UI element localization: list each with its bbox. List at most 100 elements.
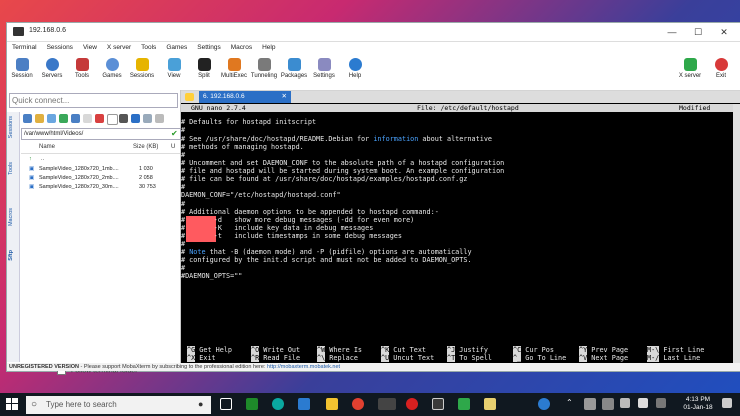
terminal[interactable]: 6. 192.168.0.6 ✕ GNU nano 2.7.4 File: /et… xyxy=(181,91,740,371)
notepad-icon[interactable] xyxy=(484,398,496,410)
arduino-icon[interactable] xyxy=(272,398,284,410)
clock[interactable]: 4:13 PM 01-Jan-18 xyxy=(678,396,718,412)
wifi-icon[interactable] xyxy=(620,398,630,408)
view-button[interactable]: View xyxy=(157,56,191,79)
tunneling-button[interactable]: Tunneling xyxy=(247,56,281,79)
windows-start-icon[interactable] xyxy=(6,398,18,410)
file-row[interactable]: ▣ SampleVideo_1280x720_30m.... 30 753 xyxy=(21,184,180,193)
tools-button[interactable]: Tools xyxy=(65,56,99,79)
menu-help[interactable]: Help xyxy=(257,42,280,53)
menu-tools[interactable]: Tools xyxy=(136,42,161,53)
exit-button[interactable]: Exit xyxy=(704,56,738,79)
shortcut-exit: ^X Exit xyxy=(187,354,216,362)
terminal-scrollbar[interactable] xyxy=(733,104,740,371)
shortcut-cut-text: ^K Cut Text xyxy=(381,346,427,354)
packages-button[interactable]: Packages xyxy=(277,56,311,79)
code-line: # Additional daemon options to be append… xyxy=(181,208,439,216)
menu-x-server[interactable]: X server xyxy=(102,42,136,53)
notification-icon[interactable] xyxy=(722,398,732,408)
file-size: 30 753 xyxy=(139,184,156,190)
clock-time: 4:13 PM xyxy=(685,396,711,403)
unregistered-label: UNREGISTERED VERSION xyxy=(9,364,79,370)
menu-settings[interactable]: Settings xyxy=(192,42,226,53)
folder-icon[interactable] xyxy=(35,114,44,123)
games-icon xyxy=(105,58,119,71)
rename-icon[interactable] xyxy=(107,114,118,125)
home-icon[interactable] xyxy=(71,114,80,123)
new-file-icon[interactable] xyxy=(83,114,92,123)
opera-icon[interactable] xyxy=(406,398,418,410)
quick-connect[interactable] xyxy=(9,93,178,108)
delete-icon[interactable] xyxy=(95,114,104,123)
file-explorer-icon[interactable] xyxy=(326,398,338,410)
tab-session[interactable]: 6. 192.168.0.6 ✕ xyxy=(199,91,291,103)
file-name: SampleVideo_1280x720_2mb.... xyxy=(39,175,119,181)
home-tab-icon[interactable] xyxy=(185,93,194,101)
microphone-icon[interactable]: ● xyxy=(198,399,203,409)
vertical-tabs: Sessions Tools Macros Sftp xyxy=(7,112,20,362)
code-line: # file can be found at /usr/share/doc/ho… xyxy=(181,175,468,183)
tab-macros[interactable]: Macros xyxy=(8,208,18,226)
column-size[interactable]: Size (KB) xyxy=(133,144,158,150)
up-folder-icon[interactable] xyxy=(23,114,32,123)
app-icon-99[interactable] xyxy=(378,398,396,410)
grid-view-icon[interactable] xyxy=(131,114,140,123)
menu-terminal[interactable]: Terminal xyxy=(7,42,42,53)
nano-header: GNU nano 2.7.4 File: /etc/default/hostap… xyxy=(181,104,733,112)
download-icon[interactable] xyxy=(47,114,56,123)
path-field[interactable]: /var/www/html/Videos/ xyxy=(21,128,181,140)
edge-icon[interactable] xyxy=(298,398,310,410)
chrome-icon[interactable] xyxy=(352,398,364,410)
volume-icon[interactable] xyxy=(638,398,648,408)
menu-view[interactable]: View xyxy=(78,42,102,53)
split-button[interactable]: Split xyxy=(187,56,221,79)
tree-app-icon[interactable] xyxy=(458,398,470,410)
keyboard-icon[interactable] xyxy=(656,398,666,408)
tab-sessions[interactable]: Sessions xyxy=(8,116,18,138)
shortcut-justify: ^J Justify xyxy=(447,346,488,354)
chevron-up-icon[interactable]: ⌃ xyxy=(566,398,573,407)
shortcut-last-line: M-/ Last Line xyxy=(647,354,701,362)
file-row[interactable]: ↑ .. xyxy=(21,156,180,165)
sessions-button[interactable]: Sessions xyxy=(125,56,159,79)
gear-icon xyxy=(317,58,331,71)
help-tray-icon[interactable] xyxy=(538,398,550,410)
file-row[interactable]: ▣ SampleVideo_1280x720_2mb.... 2 058 xyxy=(21,175,180,184)
store-icon[interactable] xyxy=(246,398,258,410)
x-server-button[interactable]: X server xyxy=(673,56,707,79)
task-view-icon[interactable] xyxy=(220,398,232,410)
check-icon[interactable]: ✔ xyxy=(171,129,178,138)
network-tray-icon[interactable] xyxy=(584,398,596,410)
quick-connect-input[interactable] xyxy=(10,94,164,107)
tab-close-icon[interactable]: ✕ xyxy=(282,91,287,103)
search-icon[interactable] xyxy=(143,114,152,123)
code-line: # -t include timestamps in some debug me… xyxy=(181,232,402,240)
power-icon xyxy=(714,58,728,71)
settings-icon[interactable] xyxy=(155,114,164,123)
minimize-button[interactable]: — xyxy=(661,25,683,39)
games-button[interactable]: Games xyxy=(95,56,129,79)
mobaxterm-icon[interactable] xyxy=(432,398,444,410)
session-button[interactable]: Session xyxy=(5,56,39,79)
help-button[interactable]: Help xyxy=(338,56,372,79)
refresh-icon[interactable] xyxy=(59,114,68,123)
text-icon[interactable] xyxy=(119,114,128,123)
settings-button[interactable]: Settings xyxy=(307,56,341,79)
file-row[interactable]: ▣ SampleVideo_1280x720_1mb.... 1 030 xyxy=(21,166,180,175)
column-more[interactable]: U xyxy=(171,144,175,150)
column-name[interactable]: Name xyxy=(39,144,55,150)
taskbar-search[interactable]: ○ Type here to search ● xyxy=(26,396,211,414)
battery-icon[interactable] xyxy=(602,398,614,410)
maximize-button[interactable]: ☐ xyxy=(687,25,709,39)
menu-macros[interactable]: Macros xyxy=(226,42,257,53)
close-button[interactable]: ✕ xyxy=(713,25,735,39)
tab-tools[interactable]: Tools xyxy=(8,162,18,175)
multiexec-button[interactable]: MultiExec xyxy=(217,56,251,79)
subscribe-link[interactable]: http://mobaxterm.mobatek.net xyxy=(267,364,340,370)
tab-sftp[interactable]: Sftp xyxy=(8,250,18,261)
monitor-icon xyxy=(15,58,29,71)
terminal-tabs: 6. 192.168.0.6 ✕ xyxy=(181,91,740,103)
menu-sessions[interactable]: Sessions xyxy=(42,42,78,53)
servers-button[interactable]: Servers xyxy=(35,56,69,79)
menu-games[interactable]: Games xyxy=(161,42,192,53)
